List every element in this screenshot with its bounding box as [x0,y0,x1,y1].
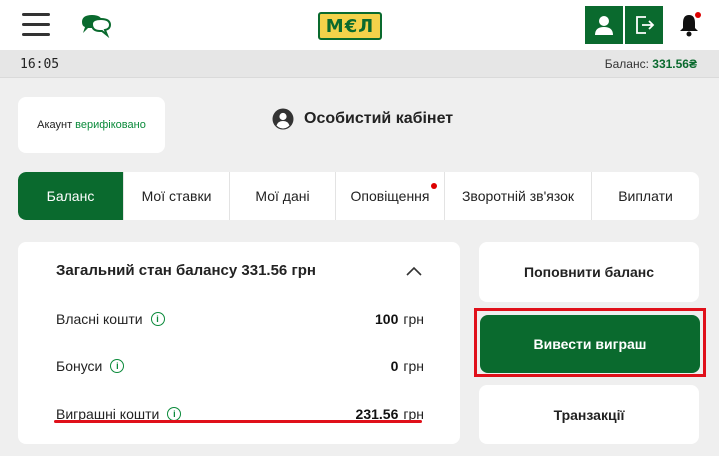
chevron-up-icon[interactable] [406,266,422,276]
bell-notification-dot [695,12,701,18]
account-verified: верифіковано [75,119,146,131]
balance-title: Загальний стан балансу 331.56 грн [56,262,316,279]
tab-my-bets[interactable]: Мої ставки [124,172,230,220]
withdraw-highlight: Вивести виграш [474,308,706,377]
menu-icon[interactable] [22,13,50,37]
header-balance-value: 331.56₴ [652,57,697,71]
tab-label: Баланс [46,188,95,204]
site-logo[interactable]: М€Л [318,12,382,40]
header-balance-label: Баланс: [604,57,649,71]
status-bar: 16:05 Баланс: 331.56₴ [0,50,719,78]
account-label: Акаунт [37,119,73,131]
transactions-button[interactable]: Транзакції [479,385,699,444]
notifications-button[interactable] [678,12,701,38]
user-circle-icon [272,108,294,130]
withdraw-button[interactable]: Вивести виграш [480,315,700,373]
tab-notifications[interactable]: Оповіщення [336,172,445,220]
tab-label: Мої дані [255,188,310,204]
clock: 16:05 [20,57,60,72]
notification-dot [431,183,437,189]
chat-icon[interactable] [78,12,114,38]
row-currency: грн [403,311,424,327]
tab-payouts[interactable]: Виплати [592,172,699,220]
tab-feedback[interactable]: Зворотній зв'язок [445,172,592,220]
tab-label: Мої ставки [141,188,212,204]
profile-button[interactable] [585,6,623,44]
header-balance: Баланс: 331.56₴ [605,57,697,71]
info-icon[interactable]: i [150,312,165,326]
page-title: Особистий кабінет [272,108,453,130]
tab-balance[interactable]: Баланс [18,172,124,220]
row-label: Бонуси [56,358,103,374]
row-currency: грн [403,358,424,374]
tab-label: Оповіщення [350,188,430,204]
logout-icon [636,16,655,34]
row-label: Власні кошти [56,311,143,327]
row-amount: 0 [390,358,399,374]
balance-card: Загальний стан балансу 331.56 грн Власні… [18,242,460,444]
info-icon[interactable]: i [110,359,125,373]
page-title-text: Особистий кабінет [304,110,454,127]
row-amount: 100 [375,311,399,327]
user-icon [595,16,613,35]
topup-label: Поповнити баланс [524,264,654,280]
account-status-card: Акаунт верифіковано [18,97,165,153]
info-icon[interactable]: i [167,407,182,421]
balance-row-bonuses: Бонуси i 0 грн [56,355,424,377]
top-header: М€Л [0,0,719,50]
withdraw-label: Вивести виграш [533,336,647,352]
tab-label: Зворотній зв'язок [461,188,575,204]
highlight-underline [54,420,422,423]
balance-row-own-funds: Власні кошти i 100 грн [56,308,424,330]
logout-button[interactable] [625,6,663,44]
topup-button[interactable]: Поповнити баланс [479,242,699,302]
tab-my-data[interactable]: Мої дані [230,172,336,220]
transactions-label: Транзакції [553,406,625,423]
account-tabs: Баланс Мої ставки Мої дані Оповіщення Зв… [18,172,699,220]
tab-label: Виплати [618,188,673,204]
